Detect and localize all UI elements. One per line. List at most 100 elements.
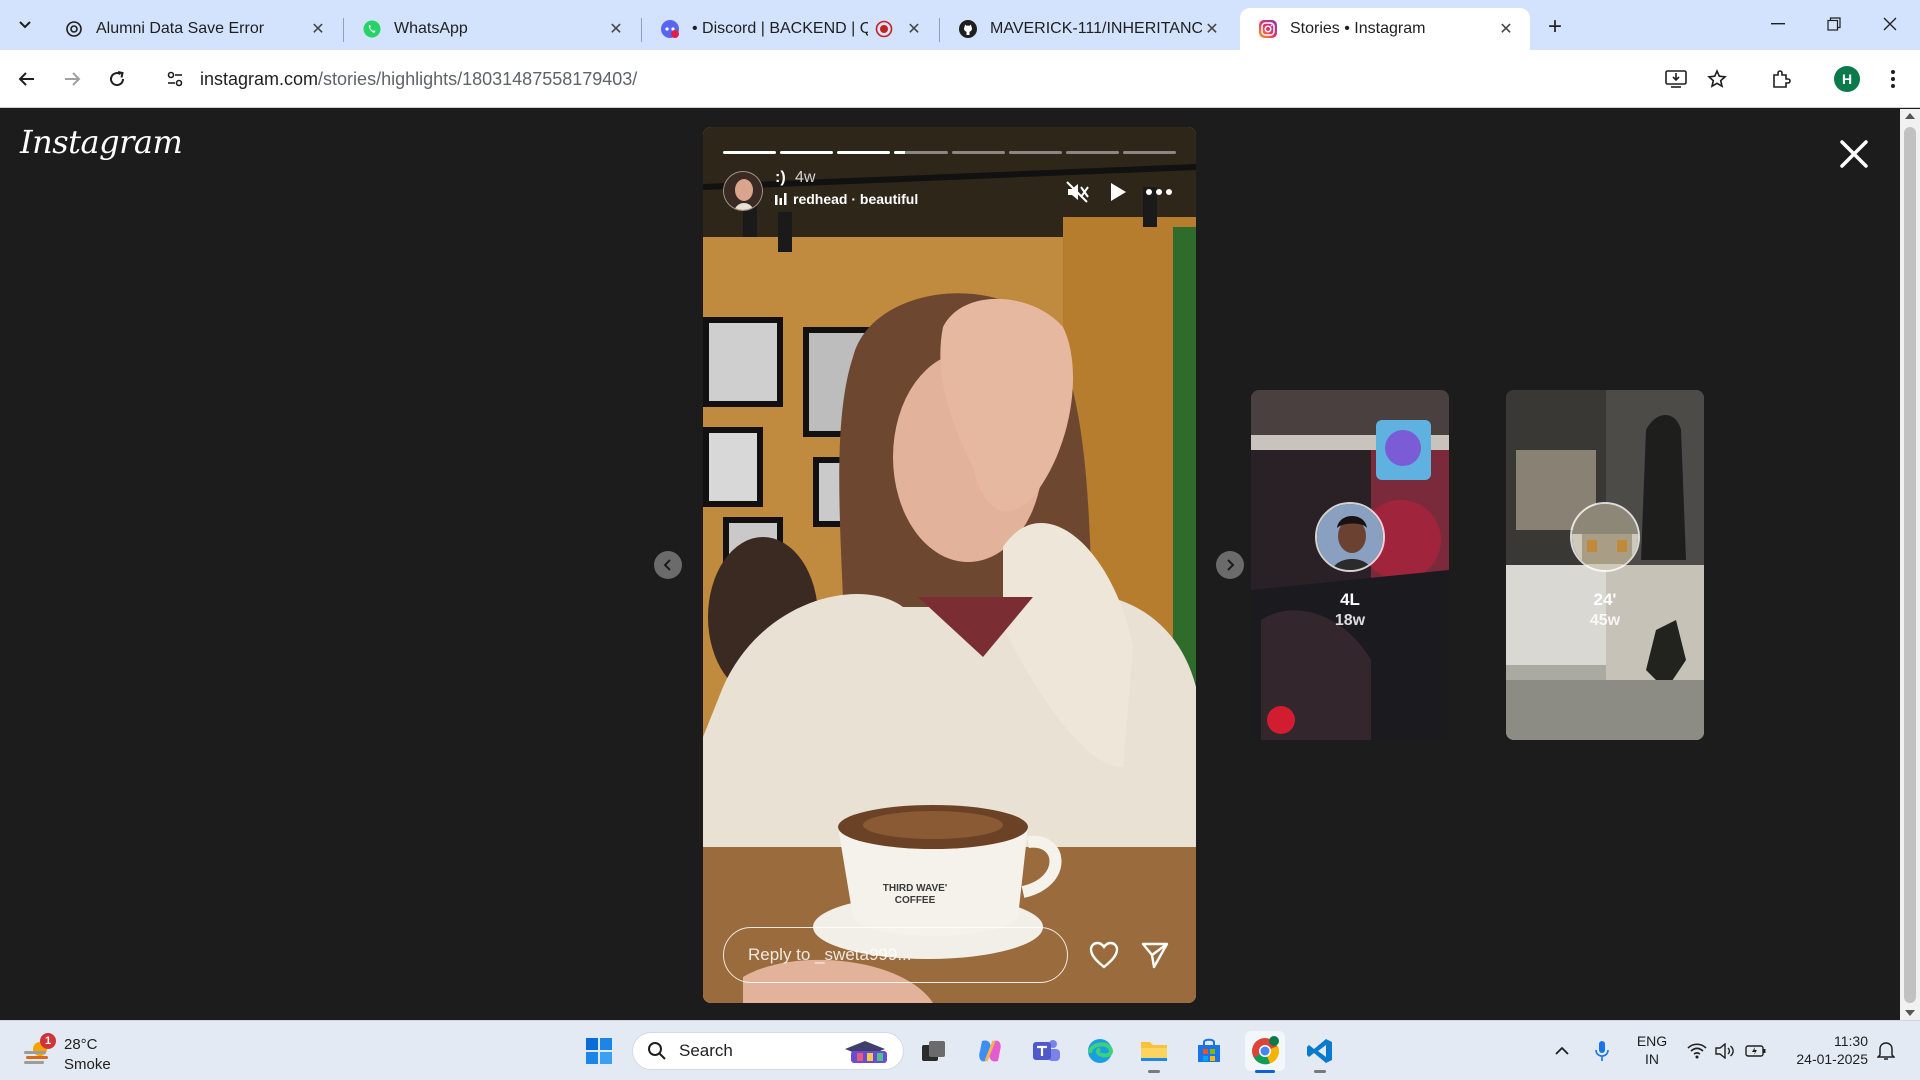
next-story-button[interactable]	[1216, 551, 1244, 579]
cup-text: COFFEE	[895, 895, 936, 906]
minimize-icon	[1771, 23, 1785, 25]
teams-button[interactable]	[1026, 1031, 1066, 1071]
tab-whatsapp[interactable]: WhatsApp ✕	[344, 8, 640, 50]
tab-title: Stories • Instagram	[1290, 20, 1426, 37]
install-app-button[interactable]	[1659, 62, 1693, 96]
whatsapp-icon	[362, 19, 382, 39]
close-icon[interactable]: ✕	[606, 19, 626, 39]
site-info-icon[interactable]	[158, 62, 192, 96]
microphone-icon	[1595, 1041, 1609, 1061]
instagram-logo[interactable]: Instagram	[20, 123, 183, 161]
weather-widget[interactable]: 1 28°C Smoke	[22, 1029, 132, 1073]
close-icon[interactable]	[1836, 136, 1872, 172]
more-vertical-icon	[1891, 70, 1895, 88]
edge-button[interactable]	[1080, 1031, 1120, 1071]
progress-fill	[837, 151, 891, 154]
language-indicator[interactable]: ENG IN	[1634, 1032, 1670, 1068]
window-close-button[interactable]	[1862, 0, 1918, 48]
battery-button[interactable]	[1744, 1039, 1768, 1063]
more-horizontal-icon	[1146, 189, 1172, 195]
progress-segment	[1122, 151, 1176, 154]
discord-icon	[660, 19, 680, 39]
bookmark-button[interactable]	[1700, 62, 1734, 96]
clock[interactable]: 11:30 24-01-2025	[1786, 1032, 1868, 1068]
scroll-up-icon[interactable]	[1905, 113, 1915, 119]
vscode-button[interactable]	[1300, 1031, 1340, 1073]
progress-segment	[837, 151, 891, 154]
notifications-button[interactable]	[1874, 1039, 1898, 1063]
task-view-button[interactable]	[914, 1031, 954, 1071]
browser-toolbar: instagram.com/stories/highlights/1803148…	[0, 50, 1920, 108]
reload-icon	[110, 71, 125, 87]
close-icon[interactable]: ✕	[308, 19, 328, 39]
play-icon	[1111, 183, 1126, 201]
new-tab-button[interactable]: +	[1540, 12, 1570, 42]
clock-time: 11:30	[1834, 1033, 1868, 1049]
close-icon[interactable]: ✕	[1202, 19, 1222, 39]
file-explorer-button[interactable]	[1134, 1031, 1174, 1073]
folder-icon	[1141, 1042, 1167, 1061]
mute-button[interactable]	[1063, 177, 1093, 207]
store-button[interactable]	[1189, 1031, 1229, 1071]
minimize-button[interactable]	[1750, 0, 1806, 48]
story-username[interactable]: :)	[775, 169, 786, 187]
preview-time: 18w	[1334, 612, 1366, 629]
github-icon	[958, 19, 978, 39]
close-icon[interactable]: ✕	[1496, 19, 1516, 39]
volume-button[interactable]	[1713, 1039, 1737, 1063]
play-button[interactable]	[1103, 177, 1133, 207]
copilot-button[interactable]	[970, 1031, 1010, 1071]
restore-button[interactable]	[1806, 0, 1862, 48]
running-indicator	[1148, 1070, 1160, 1073]
taskbar-search[interactable]: Search	[632, 1032, 904, 1070]
story-progress-bar	[723, 151, 1176, 154]
progress-fill	[723, 151, 777, 154]
reload-button[interactable]	[100, 62, 134, 96]
story-music[interactable]: redhead · beautiful	[775, 191, 918, 207]
avatar	[1570, 502, 1640, 572]
progress-segment	[894, 151, 948, 154]
progress-segment	[1065, 151, 1119, 154]
chrome-button[interactable]	[1245, 1031, 1285, 1073]
progress-segment	[1008, 151, 1062, 154]
search-icon	[648, 1042, 666, 1060]
puzzle-icon	[1773, 70, 1791, 88]
restore-icon	[1827, 17, 1841, 31]
close-icon	[1883, 17, 1897, 31]
close-icon[interactable]: ✕	[904, 19, 924, 39]
scrollbar-thumb[interactable]	[1904, 127, 1916, 1003]
forward-button[interactable]	[55, 62, 89, 96]
previous-story-button[interactable]	[654, 551, 682, 579]
back-button[interactable]	[10, 62, 44, 96]
share-button[interactable]	[1135, 935, 1175, 975]
wifi-button[interactable]	[1685, 1039, 1709, 1063]
like-button[interactable]	[1084, 935, 1124, 975]
tab-instagram[interactable]: Stories • Instagram ✕	[1240, 8, 1530, 50]
scroll-down-icon[interactable]	[1905, 1010, 1915, 1016]
story-viewer[interactable]: THIRD WAVE' COFFEE :) 4w redhead · beaut…	[703, 127, 1196, 1003]
story-preview-1[interactable]: 4L 18w	[1251, 390, 1449, 740]
cup-text: THIRD WAVE'	[883, 883, 947, 894]
address-bar[interactable]: instagram.com/stories/highlights/1803148…	[152, 57, 1662, 101]
running-indicator	[1314, 1070, 1326, 1073]
preview-username: 4L	[1340, 590, 1360, 609]
progress-segment	[780, 151, 834, 154]
preview-time: 45w	[1589, 612, 1621, 629]
extensions-button[interactable]	[1764, 62, 1798, 96]
avatar[interactable]	[723, 171, 763, 211]
browser-menu-button[interactable]	[1876, 62, 1910, 96]
page-scrollbar[interactable]	[1900, 109, 1920, 1020]
profile-avatar[interactable]: H	[1834, 66, 1860, 92]
start-button[interactable]	[579, 1031, 619, 1071]
progress-fill	[780, 151, 834, 154]
show-hidden-icons-button[interactable]	[1550, 1039, 1574, 1063]
story-preview-2[interactable]: 24' 45w	[1506, 390, 1704, 740]
reply-input[interactable]: Reply to _sweta999...	[723, 927, 1068, 983]
more-options-button[interactable]	[1144, 177, 1174, 207]
bell-icon	[1877, 1042, 1895, 1060]
tab-github[interactable]: MAVERICK-111/INHERITANCE ✕	[940, 8, 1236, 50]
microphone-button[interactable]	[1590, 1039, 1614, 1063]
tab-search-button[interactable]	[10, 10, 40, 40]
tab-discord[interactable]: • Discord | BACKEND | QWE ✕	[642, 8, 938, 50]
tab-alumni[interactable]: Alumni Data Save Error ✕	[46, 8, 342, 50]
